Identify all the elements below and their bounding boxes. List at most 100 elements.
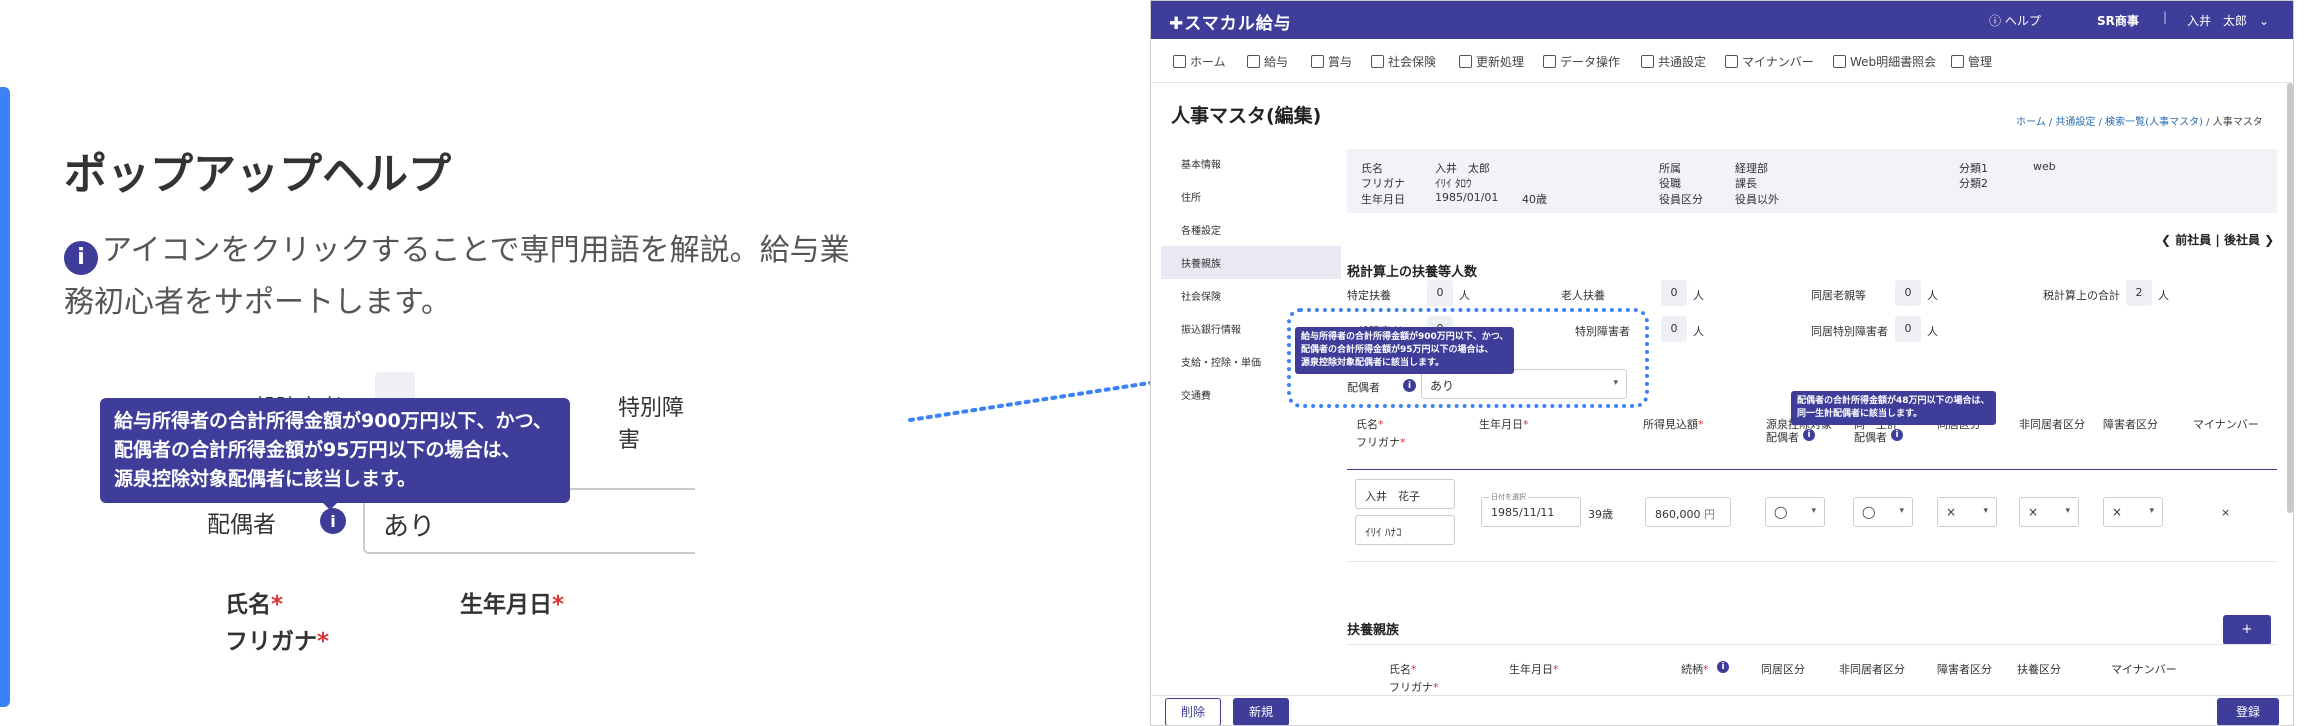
unit: 人 (1693, 325, 1704, 338)
spouse-kana-input[interactable]: ｲﾘｲ ﾊﾅｺ (1355, 515, 1455, 545)
nav-label: データ操作 (1560, 55, 1621, 69)
add-dependent-button[interactable]: + (2223, 615, 2271, 645)
document-icon (1833, 55, 1846, 68)
side-item-dependents[interactable]: 扶養親族 (1161, 246, 1341, 279)
noncohab-select[interactable]: × ▾ (2019, 497, 2079, 527)
dep-col-name: 氏名* (1389, 661, 1417, 677)
save-button[interactable]: 登録 (2217, 698, 2279, 725)
user-menu[interactable]: 入井 太郎 ⌄ (2187, 12, 2269, 29)
tooltip-line: 給与所得者の合計所得金額が900万円以下、かつ、 (1301, 332, 1509, 342)
cohab-special-count[interactable]: 0 (1895, 316, 1921, 342)
info-icon[interactable]: i (1891, 429, 1903, 441)
app-header: ✚スマカル給与 ⓘ ヘルプ SR商事 | 入井 太郎 ⌄ (1151, 1, 2293, 39)
spouse-income-input[interactable]: 860,000 円 (1645, 497, 1731, 527)
side-item-settings[interactable]: 各種設定 (1161, 213, 1341, 246)
select-value: × (1946, 505, 1957, 519)
col-gensen-2: 配偶者 (1766, 429, 1799, 445)
col-text: 続柄 (1681, 663, 1703, 676)
help-link[interactable]: ⓘ ヘルプ (1989, 12, 2041, 29)
select-value: × (2028, 505, 2039, 519)
nav-social-insurance[interactable]: 社会保険 (1371, 53, 1436, 70)
info-cat1-label: 分類1 (1959, 162, 1988, 175)
prev-next-nav[interactable]: ❮ 前社員 | 後社員 ❯ (2161, 231, 2274, 248)
zoom-birth-label: 生年月日* (460, 585, 564, 619)
tooltip-line: 配偶者の合計所得金額が95万円以下の場合は、 (114, 439, 521, 461)
nav-salary[interactable]: 給与 (1247, 53, 1288, 70)
nav-label: 更新処理 (1476, 55, 1525, 69)
required-mark: * (317, 629, 330, 655)
col-text: 配偶者 (1766, 431, 1799, 444)
refresh-icon (1459, 55, 1472, 68)
nav-label: マイナンバー (1742, 55, 1814, 69)
new-button[interactable]: 新規 (1233, 698, 1289, 725)
cohab-special-label: 同居特別障害者 (1811, 325, 1888, 338)
breadcrumb-search[interactable]: 検索一覧(人事マスタ) (2105, 117, 2203, 128)
unit: 人 (1927, 325, 1938, 338)
spouse-select-value: あり (1430, 379, 1455, 393)
trophy-icon (1311, 55, 1324, 68)
special-disabled-count[interactable]: 0 (1661, 316, 1687, 342)
nav-data[interactable]: データ操作 (1543, 53, 1620, 70)
elder-count[interactable]: 0 (1661, 280, 1687, 306)
tooltip-caret (320, 500, 340, 510)
col-name: 氏名* (1356, 416, 1384, 432)
nav-mynumber[interactable]: マイナンバー (1725, 53, 1814, 70)
required-mark: * (1523, 418, 1529, 431)
spouse-label: 配偶者 (1347, 381, 1380, 394)
nav-admin[interactable]: 管理 (1951, 53, 1992, 70)
specific-count[interactable]: 0 (1427, 280, 1453, 306)
required-mark: * (1411, 663, 1417, 676)
required-mark: * (1553, 663, 1559, 676)
feature-description: i アイコンをクリックすることで専門用語を解説。給与業務初心者をサポートします。 (64, 225, 864, 329)
side-item-basic[interactable]: 基本情報 (1161, 147, 1341, 180)
col-text: 配偶者 (1854, 431, 1887, 444)
info-icon[interactable]: i (1403, 379, 1416, 392)
info-icon[interactable]: i (1717, 661, 1729, 673)
tooltip-line: 源泉控除対象配偶者に該当します。 (1301, 358, 1445, 368)
delete-button[interactable]: 削除 (1165, 698, 1221, 725)
mynumber-cell[interactable]: × (2221, 506, 2230, 519)
disab-select[interactable]: × ▾ (2103, 497, 2163, 527)
gensen-select[interactable]: ◯ ▾ (1765, 497, 1825, 527)
side-item-address[interactable]: 住所 (1161, 180, 1341, 213)
tooltip-line: 同一生計配偶者に該当します。 (1797, 409, 1923, 419)
breadcrumb-current: 人事マスタ (2212, 117, 2263, 128)
breadcrumb-common[interactable]: 共通設定 (2055, 117, 2095, 128)
info-kana-label: フリガナ (1361, 177, 1405, 190)
nav-web-payslip[interactable]: Web明細書照会 (1833, 53, 1936, 70)
dep-col-rel: 続柄* (1681, 661, 1709, 677)
company-name: SR商事 (2097, 14, 2139, 28)
salary-icon (1247, 55, 1260, 68)
unit: 人 (1927, 289, 1938, 302)
col-disab: 障害者区分 (2103, 418, 2158, 431)
nav-update[interactable]: 更新処理 (1459, 53, 1524, 70)
same-household-select[interactable]: ◯ ▾ (1853, 497, 1913, 527)
cohab-count[interactable]: 0 (1895, 280, 1921, 306)
zoom-info-icon[interactable]: i (320, 508, 346, 534)
nav-bonus[interactable]: 賞与 (1311, 53, 1352, 70)
info-icon[interactable]: i (1803, 429, 1815, 441)
help-tooltip-same-household: 配偶者の合計所得金額が48万円以下の場合は、 同一生計配偶者に該当します。 (1791, 391, 1996, 425)
col-text: 氏名 (1356, 418, 1378, 431)
info-class-label: 役員区分 (1659, 193, 1703, 206)
col-text: 生年月日 (1479, 418, 1523, 431)
scrollbar[interactable] (2287, 83, 2293, 513)
main-nav: ホーム 給与 賞与 社会保険 更新処理 データ操作 共通設定 マイナンバー We… (1151, 39, 2293, 83)
col-noncohab: 非同居者区分 (2019, 418, 2085, 431)
footer-bar: 削除 新規 登録 (1151, 695, 2293, 725)
nav-common-settings[interactable]: 共通設定 (1641, 53, 1706, 70)
nav-home[interactable]: ホーム (1173, 53, 1226, 70)
breadcrumb-home[interactable]: ホーム (2016, 117, 2046, 128)
nav-label: 賞与 (1328, 55, 1353, 69)
feature-title: ポップアップヘルプ (64, 150, 451, 200)
tooltip-line: 給与所得者の合計所得金額が900万円以下、かつ、 (114, 410, 552, 432)
card-icon (1725, 55, 1738, 68)
people-icon (1371, 55, 1384, 68)
kana-label-text: フリガナ (225, 629, 317, 655)
employee-info-panel: 氏名 入井 太郎 フリガナ ｲﾘｲ ﾀﾛｳ 生年月日 1985/01/01 40… (1347, 149, 2277, 213)
cohab-select[interactable]: × ▾ (1937, 497, 1997, 527)
feature-description-text: アイコンをクリックすることで専門用語を解説。給与業務初心者をサポートします。 (64, 233, 850, 320)
dep-col-birth: 生年月日* (1509, 661, 1559, 677)
app-logo[interactable]: ✚スマカル給与 (1169, 9, 1292, 34)
spouse-name-input[interactable]: 入井 花子 (1355, 479, 1455, 509)
